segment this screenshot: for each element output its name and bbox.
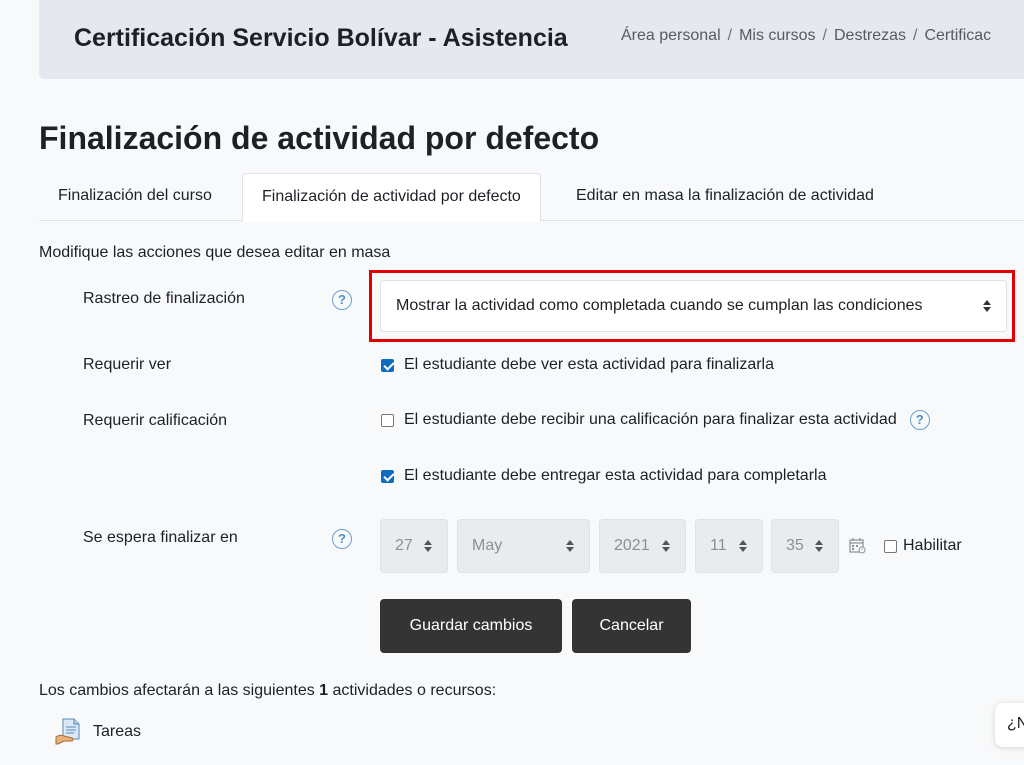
require-submit-row: El estudiante debe entregar esta activid…: [381, 467, 826, 485]
require-grade-checkbox-label[interactable]: El estudiante debe recibir una calificac…: [404, 411, 897, 429]
require-view-checkbox[interactable]: [381, 358, 394, 372]
enable-date-label[interactable]: Habilitar: [903, 537, 962, 555]
select-arrows-icon: [739, 539, 748, 553]
assignment-item-label[interactable]: Tareas: [93, 723, 141, 741]
completion-tracking-select[interactable]: Mostrar la actividad como completada cua…: [380, 280, 1007, 332]
affected-text-after: actividades o recursos:: [328, 682, 497, 699]
select-arrows-icon: [662, 539, 671, 553]
select-arrows-icon: [424, 539, 433, 553]
help-bubble-text: ¿N: [1007, 715, 1024, 732]
tab-bar: Finalización del curso Finalización de a…: [39, 173, 1024, 222]
tab-course-completion[interactable]: Finalización del curso: [39, 173, 231, 221]
day-value: 27: [395, 537, 413, 554]
help-chat-bubble[interactable]: ¿N: [995, 703, 1024, 747]
question-circle-icon[interactable]: ?: [332, 290, 352, 310]
minute-select[interactable]: 35: [771, 519, 839, 573]
require-submit-checkbox[interactable]: [381, 469, 394, 483]
require-view-checkbox-label[interactable]: El estudiante debe ver esta actividad pa…: [404, 356, 774, 374]
course-title: Certificación Servicio Bolívar - Asisten…: [74, 24, 568, 52]
question-circle-icon[interactable]: ?: [909, 410, 930, 430]
expected-completion-label: Se espera finalizar en: [83, 529, 238, 546]
affected-count: 1: [319, 682, 329, 699]
month-select[interactable]: May: [457, 519, 590, 573]
question-circle-icon[interactable]: ?: [332, 529, 352, 549]
tracking-label: Rastreo de finalización: [83, 290, 245, 307]
require-view-label: Requerir ver: [83, 356, 172, 373]
year-value: 2021: [614, 537, 650, 554]
minute-value: 35: [786, 537, 804, 554]
require-view-row: El estudiante debe ver esta actividad pa…: [381, 356, 774, 374]
completion-tracking-value: Mostrar la actividad como completada cua…: [396, 297, 923, 314]
tab-default-activity-completion[interactable]: Finalización de actividad por defecto: [242, 173, 541, 222]
breadcrumb-item-destrezas[interactable]: Destrezas: [834, 27, 906, 44]
enable-date-checkbox[interactable]: [884, 539, 897, 553]
breadcrumb: Área personal / Mis cursos / Destrezas / Certi…: [621, 27, 992, 44]
breadcrumb-item-certificacion[interactable]: Certificac: [924, 27, 991, 44]
assignment-icon: [55, 718, 80, 745]
enable-date-row: Habilitar: [884, 537, 962, 555]
select-arrows-icon: [983, 281, 992, 331]
year-select[interactable]: 2021: [599, 519, 686, 573]
month-value: May: [472, 537, 503, 554]
tab-bulk-edit-activity-completion[interactable]: Editar en masa la finalización de activi…: [557, 173, 893, 221]
save-changes-button[interactable]: Guardar cambios: [380, 599, 562, 653]
require-grade-checkbox[interactable]: [381, 413, 394, 427]
affected-items-text: Los cambios afectarán a las siguientes 1…: [39, 682, 496, 700]
require-submit-checkbox-label[interactable]: El estudiante debe entregar esta activid…: [404, 467, 826, 485]
select-arrows-icon: [566, 539, 575, 553]
hour-select[interactable]: 11: [695, 519, 763, 573]
cancel-button[interactable]: Cancelar: [572, 599, 691, 653]
breadcrumb-item-mis-cursos[interactable]: Mis cursos: [739, 27, 815, 44]
calendar-icon[interactable]: [849, 537, 866, 554]
intro-text: Modifique las acciones que desea editar …: [39, 244, 391, 261]
affected-text-before: Los cambios afectarán a las siguientes: [39, 682, 320, 699]
day-select[interactable]: 27: [380, 519, 448, 573]
select-arrows-icon: [815, 539, 824, 553]
page-header: Certificación Servicio Bolívar - Asisten…: [39, 0, 1024, 79]
require-grade-row: El estudiante debe recibir una calificac…: [381, 410, 930, 430]
page-title: Finalización de actividad por defecto: [39, 120, 600, 156]
hour-value: 11: [710, 537, 727, 554]
require-grade-label: Requerir calificación: [83, 412, 228, 429]
breadcrumb-item-area-personal[interactable]: Área personal: [621, 27, 721, 44]
